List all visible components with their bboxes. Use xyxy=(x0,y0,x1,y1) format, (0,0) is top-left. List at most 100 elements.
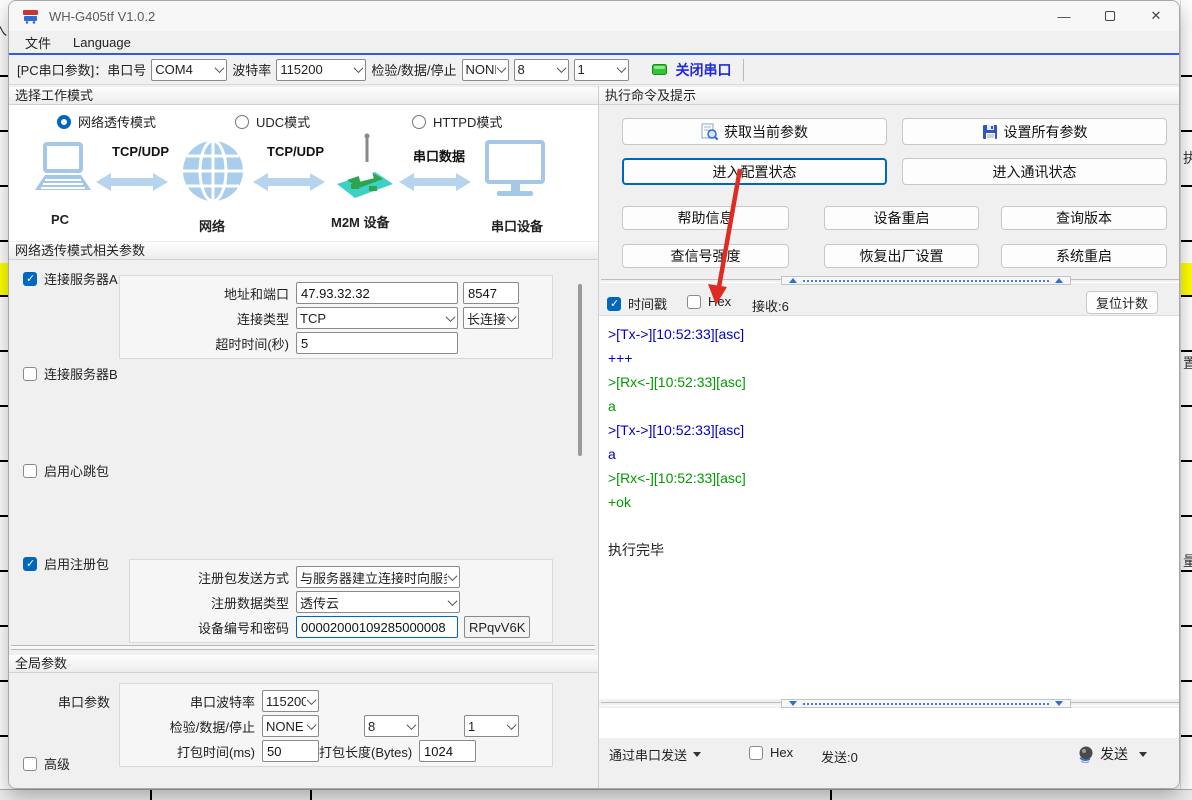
background-gridline xyxy=(1181,680,1192,682)
chevron-down-icon xyxy=(448,596,458,606)
double-arrow-icon xyxy=(399,170,471,197)
send-splitter[interactable] xyxy=(601,699,1179,708)
pack-len-input[interactable] xyxy=(419,740,476,762)
background-gridline xyxy=(0,460,8,462)
mode-httpd-radio[interactable] xyxy=(412,115,426,129)
send-hex-checkbox[interactable] xyxy=(749,746,763,760)
query-signal-button[interactable]: 查信号强度 xyxy=(622,244,789,268)
server-a-groupbox: 地址和端口 连接类型 TCP 长连接 超时时间(秒) xyxy=(119,275,553,359)
log-hex-row: Hex xyxy=(687,294,731,309)
reboot-device-button[interactable]: 设备重启 xyxy=(824,206,979,230)
log-hex-checkbox[interactable] xyxy=(687,295,701,309)
mode-transparent-radio[interactable] xyxy=(57,115,71,129)
send-label: 发送 xyxy=(1100,744,1128,764)
timestamp-checkbox[interactable] xyxy=(607,297,621,311)
toolbar-separator xyxy=(743,59,744,81)
node-label: M2M 设备 xyxy=(331,212,390,231)
background-gridline xyxy=(0,735,8,737)
enter-comm-button[interactable]: 进入通讯状态 xyxy=(902,158,1167,185)
get-params-button[interactable]: 获取当前参数 xyxy=(622,118,887,145)
background-highlight-cell xyxy=(0,263,8,297)
background-gridline xyxy=(0,75,8,77)
background-gridline xyxy=(0,295,8,297)
system-restart-button[interactable]: 系统重启 xyxy=(1001,244,1167,268)
splitter-dots xyxy=(803,280,1049,282)
log-splitter[interactable] xyxy=(601,276,1179,285)
help-label: 帮助信息 xyxy=(678,208,734,228)
log-output[interactable]: >[Tx->][10:52:33][asc]+++>[Rx<-][10:52:3… xyxy=(599,315,1180,699)
device-id-input[interactable] xyxy=(296,616,458,638)
close-port-button[interactable]: 关闭串口 xyxy=(676,60,732,80)
chevron-down-icon xyxy=(507,720,517,730)
menu-file[interactable]: 文件 xyxy=(25,33,51,52)
background-window-right-sliver: 执 置 量 xyxy=(1180,0,1192,789)
left-panel-vertical-scrollbar[interactable] xyxy=(578,284,582,456)
serial-params-label: 串口参数 xyxy=(58,692,110,711)
query-version-button[interactable]: 查询版本 xyxy=(1001,206,1167,230)
left-panel-horizontal-scrollbar[interactable] xyxy=(11,645,595,650)
conn-type-select[interactable]: TCP xyxy=(296,307,458,329)
pc-laptop-icon xyxy=(31,142,93,207)
background-gridline xyxy=(0,185,8,187)
set-params-label: 设置所有参数 xyxy=(1004,122,1088,142)
com-port-select[interactable]: COM4 xyxy=(151,59,227,81)
send-button[interactable]: 发送 xyxy=(1077,742,1147,766)
server-a-label: 连接服务器A xyxy=(44,269,118,288)
reset-count-button[interactable]: 复位计数 xyxy=(1086,291,1158,314)
timeout-input[interactable] xyxy=(296,332,458,354)
background-gridline xyxy=(1181,735,1192,737)
global-baud-select[interactable]: 115200 xyxy=(262,690,319,712)
minimize-button[interactable]: — xyxy=(1041,1,1087,31)
factory-reset-button[interactable]: 恢复出厂设置 xyxy=(824,244,979,268)
splitter-dots xyxy=(803,703,1049,705)
chevron-down-icon xyxy=(448,571,458,581)
background-gridline xyxy=(1181,625,1192,627)
reg-type-select[interactable]: 透传云 xyxy=(296,591,460,613)
server-a-address-input[interactable] xyxy=(296,282,458,304)
send-ball-icon xyxy=(1077,745,1095,763)
data-bits-select[interactable]: 8 xyxy=(514,59,569,81)
regpack-checkbox[interactable] xyxy=(23,557,37,571)
stop-bits-select[interactable]: 1 xyxy=(574,59,629,81)
maximize-button[interactable] xyxy=(1087,1,1133,31)
conn-mode-select[interactable]: 长连接 xyxy=(463,307,519,329)
background-gridline xyxy=(1181,130,1192,132)
reg-send-select[interactable]: 与服务器建立连接时向服务 xyxy=(296,566,460,588)
link-label: TCP/UDP xyxy=(267,144,324,159)
background-gridline xyxy=(0,130,8,132)
heartbeat-checkbox[interactable] xyxy=(23,464,37,478)
enter-config-button[interactable]: 进入配置状态 xyxy=(622,158,887,185)
send-input[interactable] xyxy=(599,708,1180,738)
pack-time-input[interactable] xyxy=(262,740,319,762)
global-data-bits-select[interactable]: 8 xyxy=(364,715,419,737)
enter-comm-label: 进入通讯状态 xyxy=(993,162,1077,182)
server-a-port-input[interactable] xyxy=(463,282,519,304)
chevron-down-icon xyxy=(507,312,517,322)
global-parity-select[interactable]: NONE xyxy=(262,715,319,737)
chevron-down-icon xyxy=(616,63,626,73)
splitter-handle[interactable] xyxy=(781,699,1071,708)
send-via-serial-dropdown[interactable]: 通过串口发送 xyxy=(609,742,701,766)
global-stop-bits-select[interactable]: 1 xyxy=(464,715,519,737)
menu-language[interactable]: Language xyxy=(73,35,131,50)
set-params-button[interactable]: 设置所有参数 xyxy=(902,118,1167,145)
mode-transparent-radio-row: 网络透传模式 xyxy=(57,112,156,131)
chevron-down-icon xyxy=(307,695,317,705)
help-button[interactable]: 帮助信息 xyxy=(622,206,789,230)
splitter-handle[interactable] xyxy=(781,276,1071,285)
background-window-bottom-strip xyxy=(0,789,1192,800)
close-button[interactable]: ✕ xyxy=(1133,1,1179,31)
double-arrow-icon xyxy=(253,170,325,197)
log-line: +ok xyxy=(608,490,1173,514)
server-b-checkbox[interactable] xyxy=(23,367,37,381)
server-a-checkbox[interactable] xyxy=(23,272,37,286)
collapse-down-icon xyxy=(789,701,797,706)
baud-select[interactable]: 115200 xyxy=(276,59,366,81)
collapse-up-icon xyxy=(1055,278,1063,283)
advanced-checkbox[interactable] xyxy=(23,757,37,771)
mode-udc-radio[interactable] xyxy=(235,115,249,129)
minimize-icon: — xyxy=(1058,9,1071,24)
baud-value: 115200 xyxy=(280,62,353,77)
parity-select[interactable]: NONE xyxy=(462,59,509,81)
regpack-row: 启用注册包 xyxy=(23,554,109,573)
